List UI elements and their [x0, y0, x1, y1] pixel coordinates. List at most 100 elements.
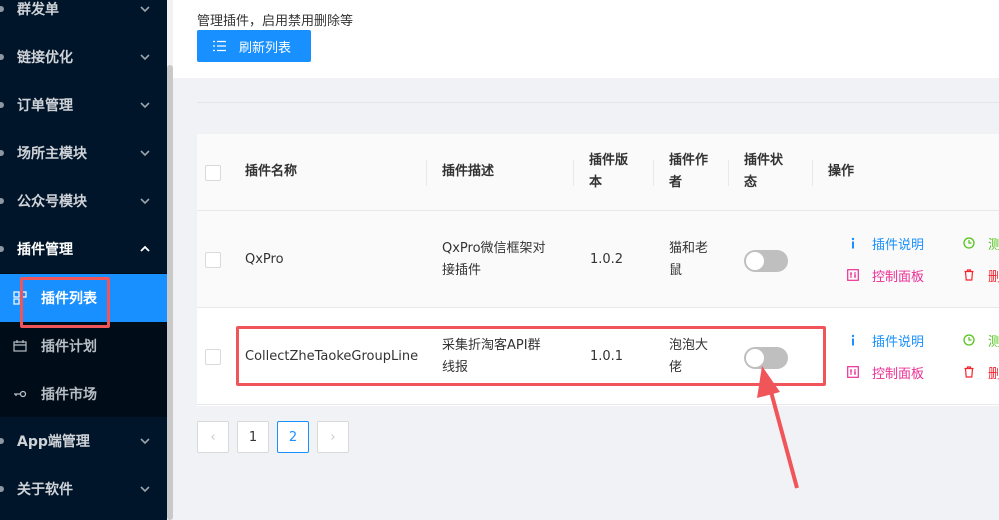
info-icon [851, 334, 855, 346]
menu-item-label: 公众号模块 [17, 194, 87, 210]
plugin-name: QxPro [245, 252, 284, 267]
menu-item-official-account[interactable]: 公众号模块 [0, 177, 168, 225]
pagination-next[interactable]: › [317, 421, 349, 453]
sidebar-item-plugin-market[interactable]: 插件市场 [0, 370, 168, 418]
annotation-highlight-box [236, 326, 826, 386]
plugin-info-link[interactable]: 插件说明 [847, 234, 977, 253]
column-header-name: 插件名称 [245, 164, 298, 179]
column-header-status: 插件状 态 [744, 150, 783, 194]
column-separator [426, 160, 427, 186]
link-label: 删 [988, 269, 999, 285]
sidebar-item-plugin-plan[interactable]: 插件计划 [0, 322, 168, 370]
calendar-icon [13, 340, 27, 352]
chevron-down-icon [140, 6, 150, 13]
info-icon [851, 237, 855, 249]
select-all-checkbox[interactable] [205, 165, 221, 181]
column-header-desc: 插件描述 [442, 164, 495, 179]
control-panel-link[interactable]: 控制面板 [847, 266, 977, 285]
column-header-version: 插件版 本 [589, 150, 628, 194]
refresh-list-button[interactable]: 刷新列表 [197, 30, 311, 62]
control-panel-link[interactable]: 控制面板 [847, 363, 977, 382]
test-link[interactable]: 测 [963, 234, 999, 253]
column-separator [812, 160, 813, 186]
bullet-icon [0, 246, 4, 252]
chevron-up-icon [140, 245, 150, 252]
column-header-text: 本 [589, 175, 603, 190]
main-content: 管理插件，启用禁用删除等 刷新列表 插件名称 插件描述 插件版 本 插件作 者 [173, 0, 999, 520]
trash-icon [964, 366, 974, 378]
menu-item-about[interactable]: 关于软件 [0, 465, 168, 513]
column-header-text: 插件作 [669, 153, 709, 168]
chevron-down-icon [140, 438, 150, 445]
toggle-knob [746, 252, 764, 270]
menu-item-label: 群发单 [17, 2, 59, 18]
chevron-down-icon [140, 486, 150, 493]
menu-item-venue[interactable]: 场所主模块 [0, 129, 168, 177]
refresh-list-label: 刷新列表 [239, 40, 292, 56]
header-card: 管理插件，启用禁用删除等 刷新列表 [173, 0, 999, 78]
panel-icon [847, 366, 859, 378]
menu-item-label: 场所主模块 [17, 146, 87, 162]
sidebar: 群发单 链接优化 订单管理 场所主模块 公众号模块 插件管理 插件列表 插件计划… [0, 0, 168, 520]
pagination-page-2[interactable]: 2 [277, 421, 309, 453]
delete-link[interactable]: 删 [963, 266, 999, 285]
description-text: QxPro微信框架对 [442, 241, 546, 256]
author-text: 猫和老 [669, 241, 709, 256]
chevron-down-icon [140, 54, 150, 61]
link-label: 测 [988, 334, 999, 350]
menu-item-label: 链接优化 [17, 50, 73, 66]
bullet-icon [0, 486, 4, 492]
column-separator [728, 160, 729, 186]
sidebar-item-label: 插件计划 [41, 339, 97, 355]
row-checkbox[interactable] [205, 349, 221, 365]
menu-item-label: 关于软件 [17, 482, 73, 498]
delete-link[interactable]: 删 [963, 363, 999, 382]
pagination-page-1[interactable]: 1 [237, 421, 269, 453]
column-header-author: 插件作 者 [669, 150, 708, 194]
link-label: 删 [988, 366, 999, 382]
clock-icon [963, 237, 975, 249]
menu-item-label: 订单管理 [17, 98, 73, 114]
bullet-icon [0, 150, 4, 156]
bullet-icon [0, 102, 4, 108]
chevron-down-icon [140, 102, 150, 109]
plugin-author: 猫和老 鼠 [669, 238, 708, 282]
key-icon [14, 390, 27, 398]
page-description: 管理插件，启用禁用删除等 [197, 14, 354, 29]
link-label: 插件说明 [872, 334, 925, 350]
trash-icon [964, 269, 974, 281]
chevron-down-icon [140, 198, 150, 205]
menu-item-label: 插件管理 [17, 242, 73, 258]
menu-item-plugins[interactable]: 插件管理 [0, 225, 168, 273]
sidebar-item-label: 插件市场 [41, 387, 97, 403]
column-header-text: 态 [744, 175, 758, 190]
annotation-arrow-icon [757, 366, 799, 489]
bullet-icon [0, 54, 4, 60]
description-text: 接插件 [442, 263, 482, 278]
column-header-text: 插件状 [744, 153, 784, 168]
annotation-highlight-box [20, 277, 110, 328]
row-checkbox[interactable] [205, 252, 221, 268]
divider [197, 102, 999, 103]
link-label: 控制面板 [872, 269, 925, 285]
link-label: 测 [988, 237, 999, 253]
test-link[interactable]: 测 [963, 331, 999, 350]
plugin-version: 1.0.2 [590, 252, 624, 267]
pagination-prev[interactable]: ‹ [197, 421, 229, 453]
column-header-text: 插件版 [589, 153, 629, 168]
bullet-icon [0, 6, 4, 12]
menu-item-orders[interactable]: 订单管理 [0, 81, 168, 129]
menu-item-link-optimize[interactable]: 链接优化 [0, 33, 168, 81]
menu-item-app[interactable]: App端管理 [0, 417, 168, 465]
clock-icon [963, 334, 975, 346]
plugin-description: QxPro微信框架对 接插件 [442, 238, 546, 282]
menu-item-group-send[interactable]: 群发单 [0, 0, 168, 33]
plugin-info-link[interactable]: 插件说明 [847, 331, 977, 350]
table-row: QxPro QxPro微信框架对 接插件 1.0.2 猫和老 鼠 插件说明 控制… [197, 211, 999, 308]
column-header-text: 者 [669, 175, 683, 190]
status-toggle[interactable] [744, 250, 788, 272]
column-header-ops: 操作 [828, 164, 855, 179]
column-separator [653, 160, 654, 186]
bullet-icon [0, 438, 4, 444]
panel-icon [847, 269, 859, 281]
